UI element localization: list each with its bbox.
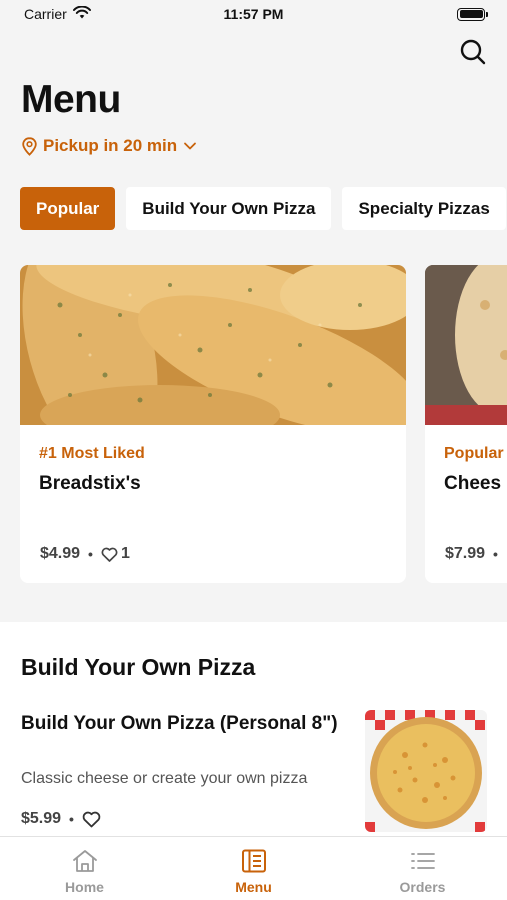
- separator-dot: •: [493, 546, 498, 562]
- featured-carousel[interactable]: #1 Most Liked Breadstix's $4.99 • 1 Popu…: [20, 265, 507, 583]
- menu-item-price: $5.99: [21, 810, 62, 827]
- battery-icon: [457, 7, 488, 21]
- menu-item-name[interactable]: Build Your Own Pizza (Personal 8"): [21, 711, 341, 737]
- heart-icon[interactable]: [82, 811, 101, 828]
- pickup-selector[interactable]: Pickup in 20 min: [22, 136, 197, 156]
- page-title: Menu: [21, 78, 121, 121]
- like-count: 1: [120, 545, 130, 562]
- heart-icon: [101, 547, 118, 562]
- chip-popular[interactable]: Popular: [20, 187, 116, 230]
- search-icon: [460, 39, 486, 65]
- separator-dot: •: [88, 546, 93, 562]
- tab-orders[interactable]: Orders: [338, 837, 507, 900]
- build-your-own-section: Build Your Own Pizza Build Your Own Pizz…: [0, 622, 507, 852]
- menu-item-meta: $5.99 •: [21, 810, 101, 828]
- list-icon: [410, 853, 435, 869]
- tab-home[interactable]: Home: [0, 837, 169, 900]
- tab-menu[interactable]: Menu: [169, 837, 338, 900]
- pizza-box-image: [425, 265, 507, 425]
- menu-item-description: Classic cheese or create your own pizza: [21, 770, 308, 787]
- separator-dot: •: [69, 811, 74, 827]
- card-tag: Popular: [444, 445, 504, 462]
- location-pin-icon: [22, 136, 37, 156]
- chevron-down-icon: [184, 142, 197, 150]
- card-price: $4.99: [40, 545, 81, 562]
- category-chips: Popular Build Your Own Pizza Specialty P…: [20, 187, 506, 230]
- status-left: Carrier: [24, 5, 91, 22]
- card-name: Breadstix's: [39, 473, 141, 494]
- featured-card[interactable]: #1 Most Liked Breadstix's $4.99 • 1: [20, 265, 406, 583]
- wifi-icon: [72, 5, 91, 22]
- featured-card[interactable]: Popular Chees $7.99 •: [425, 265, 507, 583]
- card-price: $7.99: [445, 545, 486, 562]
- chip-specialty-pizzas[interactable]: Specialty Pizzas: [342, 187, 506, 230]
- card-meta: $7.99 •: [445, 545, 498, 563]
- home-icon: [72, 850, 97, 872]
- tab-bar: Home Menu Orders: [0, 836, 507, 900]
- tab-orders-label: Orders: [399, 879, 446, 895]
- status-bar: Carrier 11:57 PM: [0, 0, 507, 28]
- section-title: Build Your Own Pizza: [21, 654, 256, 680]
- pickup-label: Pickup in 20 min: [43, 136, 178, 155]
- like-button[interactable]: 1: [101, 545, 130, 563]
- breadsticks-image: [20, 265, 406, 425]
- card-tag: #1 Most Liked: [39, 445, 145, 462]
- chip-build-your-own-pizza[interactable]: Build Your Own Pizza: [126, 187, 332, 230]
- card-meta: $4.99 • 1: [40, 545, 130, 563]
- pizza-image[interactable]: [365, 710, 487, 832]
- search-button[interactable]: [459, 38, 487, 66]
- card-name: Chees: [444, 473, 502, 494]
- tab-home-label: Home: [65, 879, 104, 895]
- menu-book-icon: [241, 849, 266, 873]
- carrier-label: Carrier: [24, 6, 67, 22]
- tab-menu-label: Menu: [235, 879, 272, 895]
